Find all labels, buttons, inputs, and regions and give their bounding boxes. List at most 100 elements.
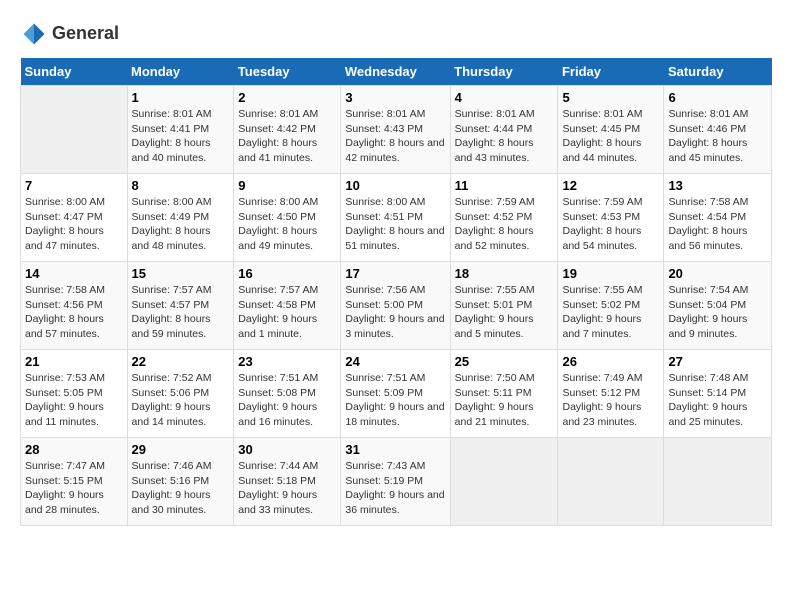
sunset-label: Sunset: 4:46 PM	[668, 123, 746, 135]
day-number: 3	[345, 90, 445, 105]
daylight-label: Daylight: 8 hours and 57 minutes.	[25, 313, 104, 340]
day-number: 18	[455, 266, 554, 281]
day-number: 30	[238, 442, 336, 457]
weekday-header-tuesday: Tuesday	[234, 58, 341, 86]
calendar-cell: 27 Sunrise: 7:48 AM Sunset: 5:14 PM Dayl…	[664, 350, 772, 438]
sunrise-label: Sunrise: 7:50 AM	[455, 372, 535, 384]
sunrise-label: Sunrise: 8:01 AM	[668, 108, 748, 120]
daylight-label: Daylight: 9 hours and 18 minutes.	[345, 401, 444, 428]
calendar-cell: 20 Sunrise: 7:54 AM Sunset: 5:04 PM Dayl…	[664, 262, 772, 350]
week-row-2: 7 Sunrise: 8:00 AM Sunset: 4:47 PM Dayli…	[21, 174, 772, 262]
sunset-label: Sunset: 4:54 PM	[668, 211, 746, 223]
daylight-label: Daylight: 8 hours and 42 minutes.	[345, 137, 444, 164]
day-number: 2	[238, 90, 336, 105]
day-number: 14	[25, 266, 123, 281]
calendar-cell: 7 Sunrise: 8:00 AM Sunset: 4:47 PM Dayli…	[21, 174, 128, 262]
daylight-label: Daylight: 8 hours and 43 minutes.	[455, 137, 534, 164]
sunset-label: Sunset: 4:57 PM	[132, 299, 210, 311]
calendar-cell: 18 Sunrise: 7:55 AM Sunset: 5:01 PM Dayl…	[450, 262, 558, 350]
sunrise-label: Sunrise: 7:47 AM	[25, 460, 105, 472]
sunset-label: Sunset: 4:56 PM	[25, 299, 103, 311]
day-info: Sunrise: 7:51 AM Sunset: 5:08 PM Dayligh…	[238, 371, 336, 430]
day-number: 27	[668, 354, 767, 369]
day-info: Sunrise: 7:47 AM Sunset: 5:15 PM Dayligh…	[25, 459, 123, 518]
sunrise-label: Sunrise: 7:59 AM	[562, 196, 642, 208]
day-number: 10	[345, 178, 445, 193]
sunset-label: Sunset: 4:43 PM	[345, 123, 423, 135]
sunrise-label: Sunrise: 8:01 AM	[132, 108, 212, 120]
sunset-label: Sunset: 5:05 PM	[25, 387, 103, 399]
daylight-label: Daylight: 8 hours and 51 minutes.	[345, 225, 444, 252]
daylight-label: Daylight: 9 hours and 9 minutes.	[668, 313, 747, 340]
sunrise-label: Sunrise: 8:01 AM	[562, 108, 642, 120]
sunrise-label: Sunrise: 7:59 AM	[455, 196, 535, 208]
sunset-label: Sunset: 4:45 PM	[562, 123, 640, 135]
weekday-header-sunday: Sunday	[21, 58, 128, 86]
sunrise-label: Sunrise: 7:55 AM	[562, 284, 642, 296]
calendar-cell: 17 Sunrise: 7:56 AM Sunset: 5:00 PM Dayl…	[341, 262, 450, 350]
day-info: Sunrise: 8:00 AM Sunset: 4:47 PM Dayligh…	[25, 195, 123, 254]
sunrise-label: Sunrise: 7:58 AM	[668, 196, 748, 208]
day-info: Sunrise: 7:58 AM Sunset: 4:54 PM Dayligh…	[668, 195, 767, 254]
sunrise-label: Sunrise: 8:00 AM	[345, 196, 425, 208]
sunset-label: Sunset: 4:53 PM	[562, 211, 640, 223]
calendar-cell: 15 Sunrise: 7:57 AM Sunset: 4:57 PM Dayl…	[127, 262, 234, 350]
sunset-label: Sunset: 5:18 PM	[238, 475, 316, 487]
calendar-cell: 21 Sunrise: 7:53 AM Sunset: 5:05 PM Dayl…	[21, 350, 128, 438]
day-info: Sunrise: 7:48 AM Sunset: 5:14 PM Dayligh…	[668, 371, 767, 430]
calendar-cell	[664, 438, 772, 526]
calendar-cell: 30 Sunrise: 7:44 AM Sunset: 5:18 PM Dayl…	[234, 438, 341, 526]
sunset-label: Sunset: 5:15 PM	[25, 475, 103, 487]
day-info: Sunrise: 7:59 AM Sunset: 4:53 PM Dayligh…	[562, 195, 659, 254]
calendar-cell: 14 Sunrise: 7:58 AM Sunset: 4:56 PM Dayl…	[21, 262, 128, 350]
calendar-cell: 16 Sunrise: 7:57 AM Sunset: 4:58 PM Dayl…	[234, 262, 341, 350]
calendar-cell: 28 Sunrise: 7:47 AM Sunset: 5:15 PM Dayl…	[21, 438, 128, 526]
week-row-1: 1 Sunrise: 8:01 AM Sunset: 4:41 PM Dayli…	[21, 86, 772, 174]
day-number: 20	[668, 266, 767, 281]
sunset-label: Sunset: 4:41 PM	[132, 123, 210, 135]
sunset-label: Sunset: 4:58 PM	[238, 299, 316, 311]
day-info: Sunrise: 8:00 AM Sunset: 4:49 PM Dayligh…	[132, 195, 230, 254]
daylight-label: Daylight: 9 hours and 1 minute.	[238, 313, 317, 340]
day-info: Sunrise: 7:44 AM Sunset: 5:18 PM Dayligh…	[238, 459, 336, 518]
calendar-cell	[558, 438, 664, 526]
weekday-header-row: SundayMondayTuesdayWednesdayThursdayFrid…	[21, 58, 772, 86]
sunrise-label: Sunrise: 7:49 AM	[562, 372, 642, 384]
week-row-5: 28 Sunrise: 7:47 AM Sunset: 5:15 PM Dayl…	[21, 438, 772, 526]
daylight-label: Daylight: 9 hours and 30 minutes.	[132, 489, 211, 516]
weekday-header-wednesday: Wednesday	[341, 58, 450, 86]
day-info: Sunrise: 7:53 AM Sunset: 5:05 PM Dayligh…	[25, 371, 123, 430]
sunrise-label: Sunrise: 7:48 AM	[668, 372, 748, 384]
weekday-header-friday: Friday	[558, 58, 664, 86]
daylight-label: Daylight: 9 hours and 25 minutes.	[668, 401, 747, 428]
sunrise-label: Sunrise: 8:00 AM	[132, 196, 212, 208]
sunset-label: Sunset: 5:01 PM	[455, 299, 533, 311]
sunrise-label: Sunrise: 7:55 AM	[455, 284, 535, 296]
calendar-cell: 29 Sunrise: 7:46 AM Sunset: 5:16 PM Dayl…	[127, 438, 234, 526]
calendar-cell: 9 Sunrise: 8:00 AM Sunset: 4:50 PM Dayli…	[234, 174, 341, 262]
sunrise-label: Sunrise: 7:43 AM	[345, 460, 425, 472]
sunrise-label: Sunrise: 7:46 AM	[132, 460, 212, 472]
sunrise-label: Sunrise: 8:01 AM	[238, 108, 318, 120]
day-number: 31	[345, 442, 445, 457]
calendar-table: SundayMondayTuesdayWednesdayThursdayFrid…	[20, 58, 772, 526]
calendar-cell: 10 Sunrise: 8:00 AM Sunset: 4:51 PM Dayl…	[341, 174, 450, 262]
day-info: Sunrise: 7:54 AM Sunset: 5:04 PM Dayligh…	[668, 283, 767, 342]
calendar-cell: 31 Sunrise: 7:43 AM Sunset: 5:19 PM Dayl…	[341, 438, 450, 526]
daylight-label: Daylight: 8 hours and 41 minutes.	[238, 137, 317, 164]
sunrise-label: Sunrise: 8:00 AM	[238, 196, 318, 208]
calendar-cell: 2 Sunrise: 8:01 AM Sunset: 4:42 PM Dayli…	[234, 86, 341, 174]
sunset-label: Sunset: 5:09 PM	[345, 387, 423, 399]
day-number: 22	[132, 354, 230, 369]
day-info: Sunrise: 8:01 AM Sunset: 4:42 PM Dayligh…	[238, 107, 336, 166]
daylight-label: Daylight: 8 hours and 40 minutes.	[132, 137, 211, 164]
day-info: Sunrise: 7:58 AM Sunset: 4:56 PM Dayligh…	[25, 283, 123, 342]
page-header: General	[20, 20, 772, 48]
sunrise-label: Sunrise: 7:51 AM	[345, 372, 425, 384]
day-number: 7	[25, 178, 123, 193]
daylight-label: Daylight: 8 hours and 56 minutes.	[668, 225, 747, 252]
daylight-label: Daylight: 9 hours and 36 minutes.	[345, 489, 444, 516]
day-number: 13	[668, 178, 767, 193]
day-info: Sunrise: 8:00 AM Sunset: 4:50 PM Dayligh…	[238, 195, 336, 254]
day-number: 25	[455, 354, 554, 369]
